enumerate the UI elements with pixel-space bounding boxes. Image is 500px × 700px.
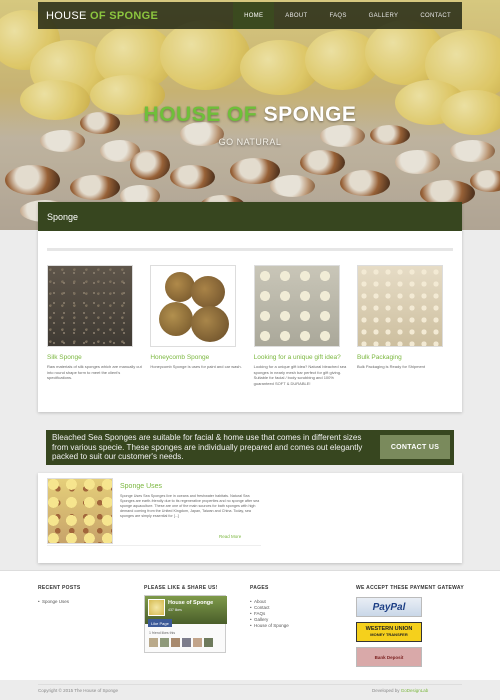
product-desc: Honeycomb Sponge is uses for paint and c… bbox=[150, 364, 242, 369]
facebook-friend-faces bbox=[149, 638, 213, 647]
footer-recent-posts: RECENT POSTS Sponge Uses bbox=[38, 585, 81, 605]
recent-posts-heading: RECENT POSTS bbox=[38, 585, 81, 591]
product-desc: Looking for a unique gift idea? Natural … bbox=[253, 364, 347, 386]
facebook-page-name[interactable]: House of Sponge bbox=[168, 600, 213, 606]
footer-divider bbox=[38, 684, 462, 685]
site-logo[interactable]: HOUSE OF SPONGE bbox=[38, 10, 233, 22]
nav-item-faqs[interactable]: FAQS bbox=[318, 2, 357, 29]
product-card[interactable]: Bulk Packaging Bulk Packaging is Ready f… bbox=[356, 265, 453, 386]
site-footer: RECENT POSTS Sponge Uses PLEASE LIKE & S… bbox=[0, 570, 500, 680]
hero-title: HOUSE OF SPONGE bbox=[0, 103, 500, 127]
product-card[interactable]: Silk Sponge Raw materials of silk sponge… bbox=[47, 265, 143, 386]
product-desc: Bulk Packaging is Ready for Shipment bbox=[356, 364, 426, 369]
pages-heading: PAGES bbox=[250, 585, 269, 591]
logo-part1: HOUSE bbox=[46, 9, 87, 22]
footer-pages: PAGES About Contact FAQs Gallery House o… bbox=[250, 585, 289, 629]
product-image-honeycomb-sponge[interactable] bbox=[150, 265, 237, 347]
product-card[interactable]: Honeycomb Sponge Honeycomb Sponge is use… bbox=[150, 265, 246, 386]
nav-item-contact[interactable]: CONTACT bbox=[409, 2, 462, 29]
copyright-text: Copyright © 2015 The House of Sponge bbox=[38, 688, 119, 693]
honeycomb-sponge-shape bbox=[191, 306, 230, 342]
payment-heading: WE ACCEPT THESE PAYMENT GATEWAY bbox=[356, 585, 465, 591]
facebook-like-button[interactable]: Like Page bbox=[148, 619, 172, 627]
hero-banner: HOUSE OF SPONGE GO NATURAL bbox=[0, 0, 500, 230]
product-list: Silk Sponge Raw materials of silk sponge… bbox=[47, 265, 453, 386]
product-title[interactable]: Bulk Packaging bbox=[357, 354, 453, 362]
developer-credit: Developed by GoDesignLab bbox=[372, 688, 428, 693]
recent-post-link[interactable]: Sponge Uses bbox=[38, 599, 81, 605]
friend-avatar[interactable] bbox=[160, 638, 169, 647]
friend-avatar[interactable] bbox=[149, 638, 158, 647]
read-more-link[interactable]: Read More bbox=[219, 534, 241, 539]
post-excerpt: Sponge Uses Sea Sponges live in oceans a… bbox=[120, 494, 260, 518]
developer-link[interactable]: GoDesignLab bbox=[400, 688, 429, 693]
share-heading: PLEASE LIKE & SHARE US! bbox=[144, 585, 218, 591]
footer-link-home[interactable]: House of Sponge bbox=[250, 623, 289, 629]
product-title[interactable]: Silk Sponge bbox=[47, 354, 143, 362]
logo-part2: OF SPONGE bbox=[86, 9, 159, 22]
nav-item-home[interactable]: HOME bbox=[233, 2, 275, 29]
facebook-page-widget[interactable]: House of Sponge 437 likes Like Page 1 fr… bbox=[144, 595, 227, 653]
pages-list: About Contact FAQs Gallery House of Spon… bbox=[250, 599, 289, 629]
bank-deposit-logo: Bank Deposit bbox=[356, 647, 422, 667]
product-desc: Raw materials of silk sponges which are … bbox=[47, 364, 142, 380]
cta-text: Bleached Sea Sponges are suitable for fa… bbox=[52, 433, 363, 462]
developed-by-label: Developed by bbox=[372, 688, 400, 693]
product-image-bulk-packaging[interactable] bbox=[356, 265, 443, 347]
facebook-friends-text: 1 friend likes this bbox=[149, 631, 176, 635]
paypal-logo: PayPal bbox=[356, 597, 422, 617]
hero-title-part2: SPONGE bbox=[257, 103, 357, 126]
facebook-page-logo bbox=[148, 599, 165, 616]
paypal-label: PayPal bbox=[372, 601, 406, 613]
contact-us-button[interactable]: CONTACT US bbox=[380, 435, 450, 459]
recent-posts-list: Sponge Uses bbox=[38, 599, 81, 605]
nav-item-about[interactable]: ABOUT bbox=[274, 2, 318, 29]
friend-avatar[interactable] bbox=[204, 638, 213, 647]
product-title[interactable]: Honeycomb Sponge bbox=[150, 354, 246, 362]
western-union-sub: MONEY TRANSFER bbox=[370, 632, 408, 637]
sponge-panel-heading: Sponge bbox=[38, 202, 462, 231]
honeycomb-sponge-shape bbox=[191, 276, 226, 308]
post-card: Sponge Uses Sponge Uses Sea Sponges live… bbox=[47, 478, 261, 546]
hero-title-part1: HOUSE OF bbox=[143, 103, 258, 126]
facebook-likes-count: 437 likes bbox=[168, 608, 182, 612]
bank-deposit-label: Bank Deposit bbox=[374, 654, 404, 660]
top-navbar: HOUSE OF SPONGE HOME ABOUT FAQS GALLERY … bbox=[38, 2, 462, 29]
product-image-silk-sponge[interactable] bbox=[47, 265, 133, 347]
friend-avatar[interactable] bbox=[182, 638, 191, 647]
friend-avatar[interactable] bbox=[171, 638, 180, 647]
product-title[interactable]: Looking for a unique gift idea? bbox=[254, 354, 350, 362]
sponge-uses-panel: Sponge Uses Sponge Uses Sea Sponges live… bbox=[38, 473, 462, 563]
hero-subtitle: GO NATURAL bbox=[218, 137, 282, 147]
footer-share: PLEASE LIKE & SHARE US! bbox=[144, 585, 218, 591]
western-union-logo: WESTERN UNION MONEY TRANSFER bbox=[356, 622, 422, 642]
nav-item-gallery[interactable]: GALLERY bbox=[358, 2, 410, 29]
post-title[interactable]: Sponge Uses bbox=[120, 483, 162, 490]
western-union-text: WESTERN UNION MONEY TRANSFER bbox=[366, 626, 413, 638]
sponge-panel: Sponge Silk Sponge Raw materials of silk… bbox=[38, 202, 462, 412]
product-card[interactable]: Looking for a unique gift idea? Looking … bbox=[253, 265, 350, 386]
post-thumbnail[interactable] bbox=[47, 478, 113, 544]
panel-divider bbox=[47, 248, 453, 251]
cta-banner: Bleached Sea Sponges are suitable for fa… bbox=[46, 430, 454, 465]
friend-avatar[interactable] bbox=[193, 638, 202, 647]
footer-payment: WE ACCEPT THESE PAYMENT GATEWAY bbox=[356, 585, 464, 591]
product-image-gift-sponge[interactable] bbox=[253, 265, 340, 347]
honeycomb-sponge-shape bbox=[159, 302, 194, 336]
main-nav: HOME ABOUT FAQS GALLERY CONTACT bbox=[233, 2, 462, 29]
